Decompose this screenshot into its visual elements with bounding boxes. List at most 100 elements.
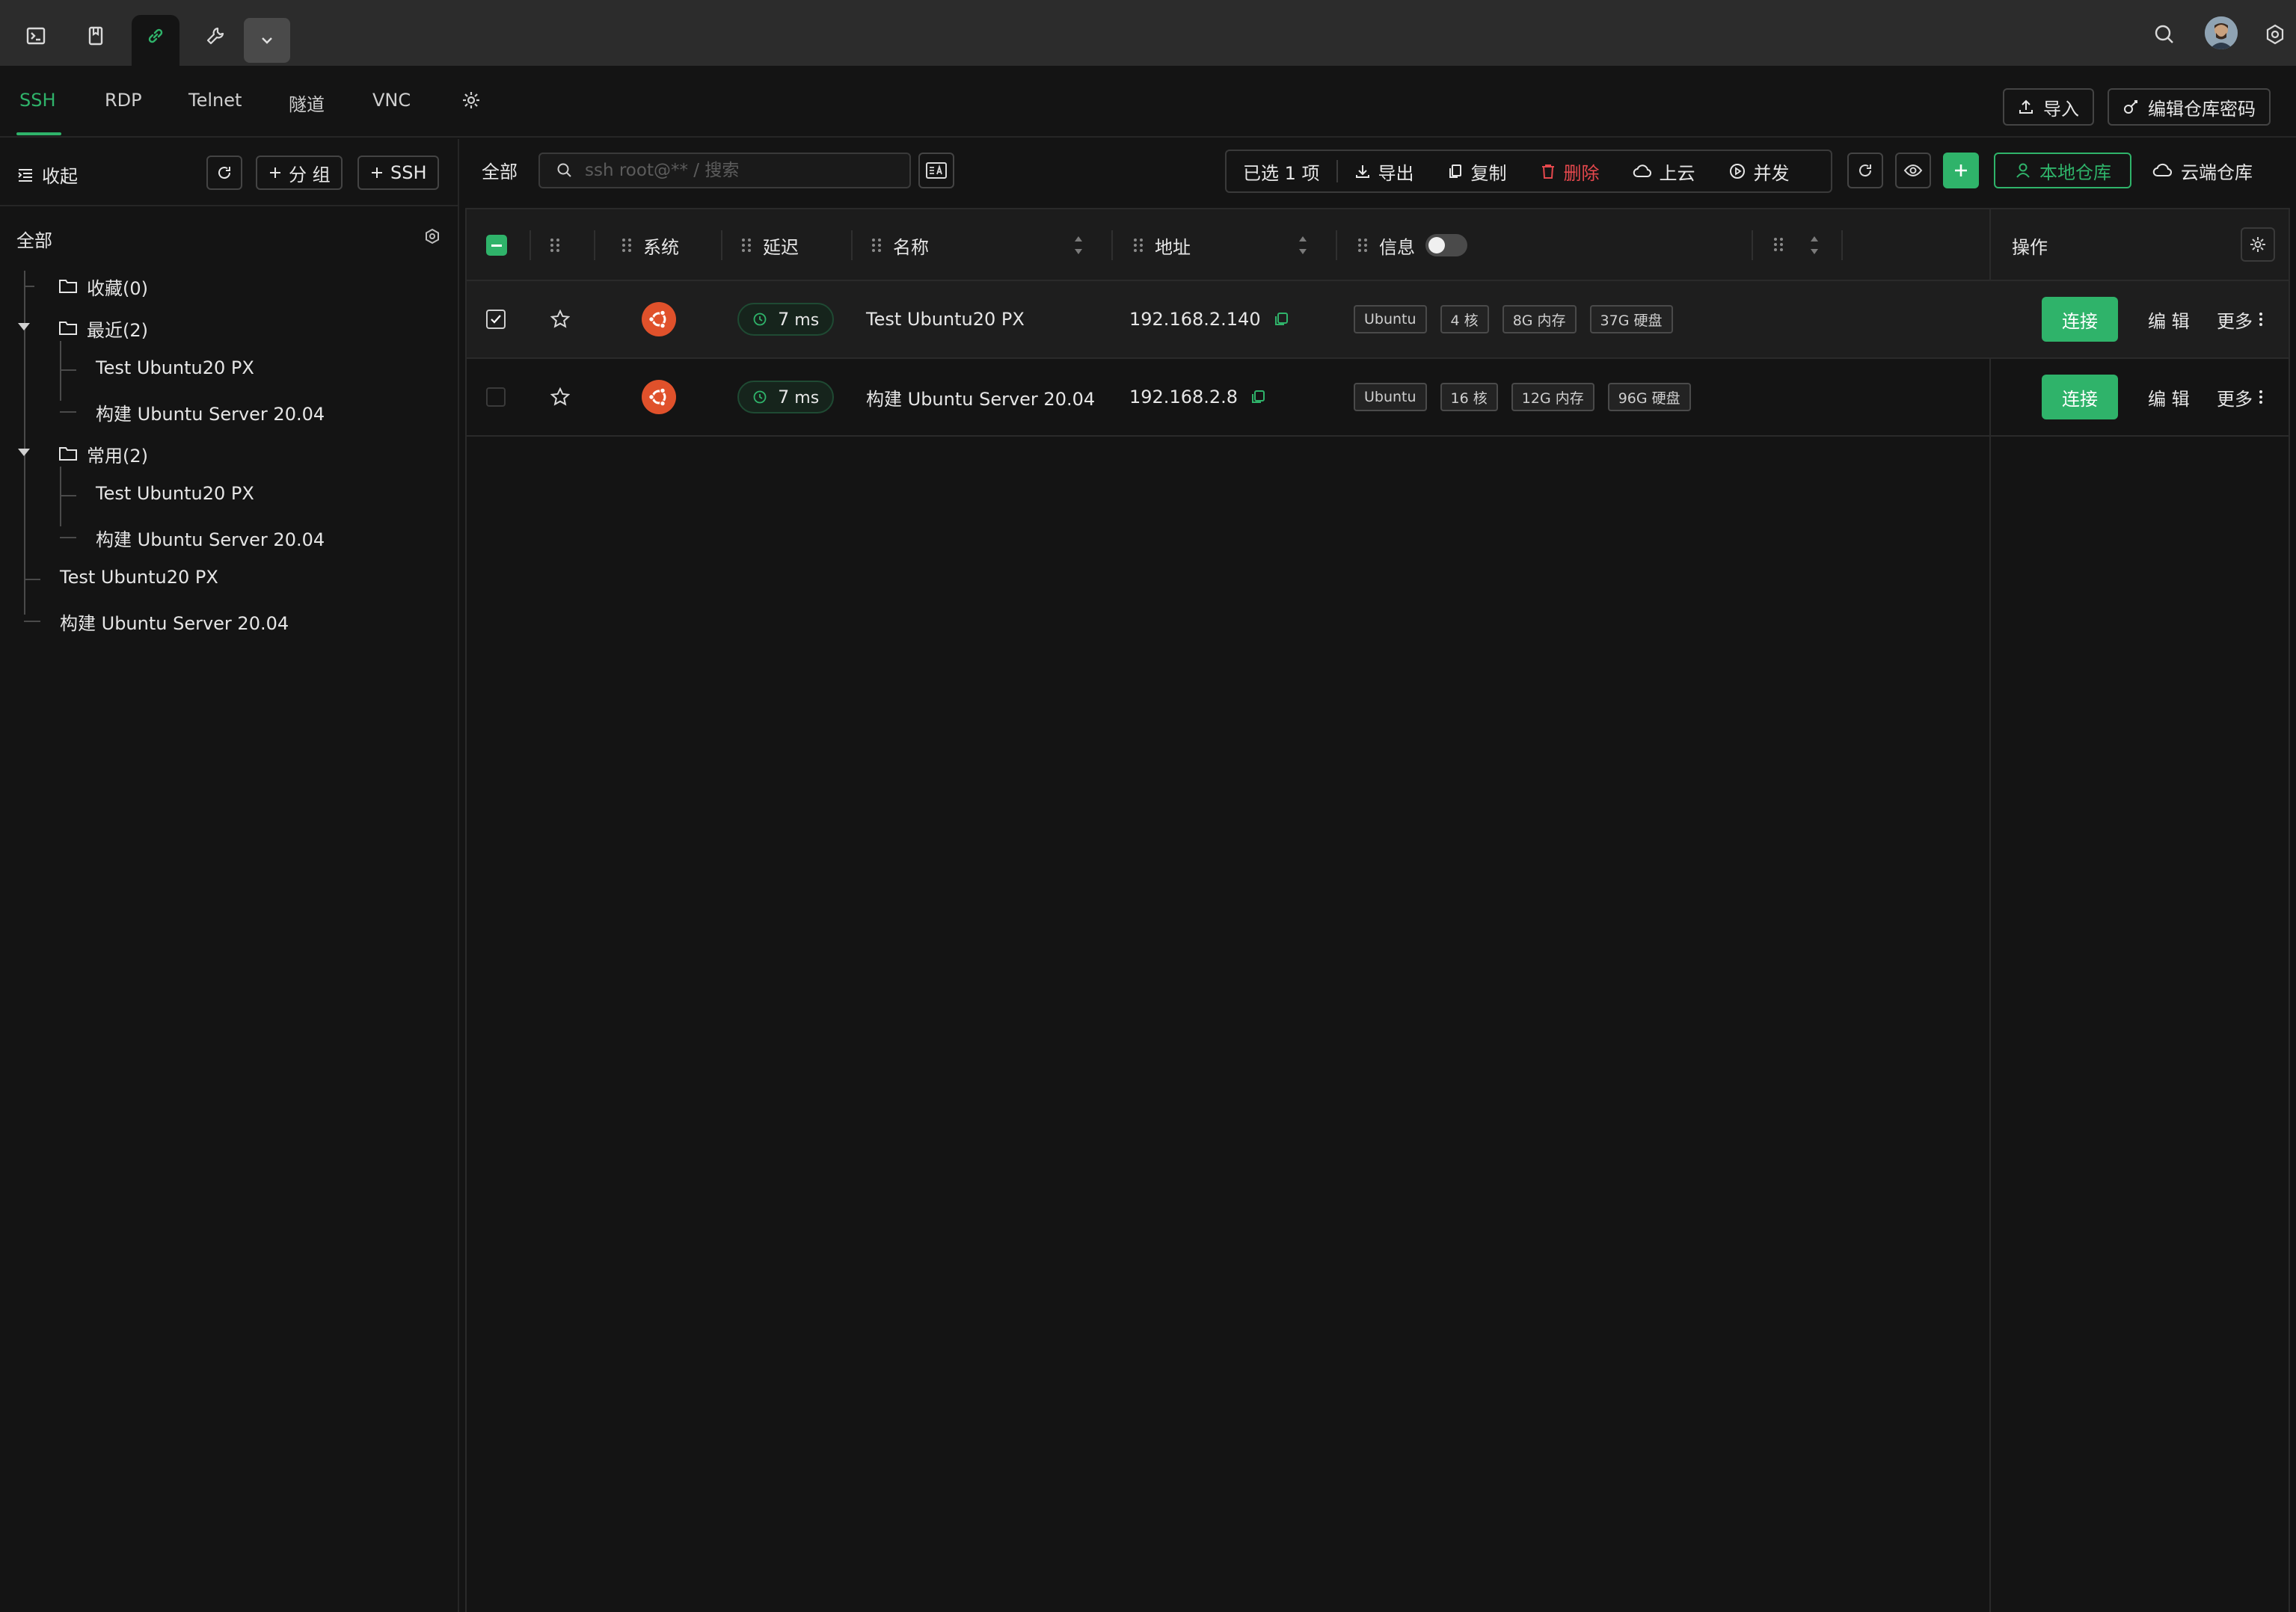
edit-button[interactable]: 编 辑	[2148, 281, 2190, 357]
tree-root-label[interactable]: 全部	[16, 226, 52, 252]
tab-vnc[interactable]: VNC	[372, 90, 411, 111]
tree-folder-recent[interactable]: 最近(2)	[87, 316, 148, 342]
import-button[interactable]: 导入	[2003, 88, 2094, 126]
main-toolbar: 全部 已选 1 项 导出 复制	[461, 139, 2296, 206]
connect-button[interactable]: 连接	[2042, 359, 2118, 435]
tree-folder-common[interactable]: 常用(2)	[87, 441, 148, 467]
collapse-button[interactable]: 收起	[16, 161, 78, 188]
table-row[interactable]: 7 ms Test Ubuntu20 PX 192.168.2.140 Ubun…	[467, 281, 2289, 359]
tag-memory: 12G 内存	[1511, 383, 1594, 411]
chevron-down-icon[interactable]	[244, 18, 290, 63]
export-label: 导出	[1378, 162, 1414, 184]
tree-item[interactable]: 构建 Ubuntu Server 20.04	[96, 399, 325, 425]
search-field[interactable]	[538, 153, 911, 188]
tree-item[interactable]: 构建 Ubuntu Server 20.04	[96, 525, 325, 551]
sidebar-toolbar: 收起 分 组 SSH	[0, 139, 459, 206]
ubuntu-logo-icon	[642, 281, 676, 357]
edit-repo-password-button[interactable]: 编辑仓库密码	[2108, 88, 2271, 126]
column-settings-icon[interactable]	[2241, 227, 2275, 262]
search-icon	[556, 162, 573, 179]
checkbox-empty	[486, 387, 506, 407]
plus-icon	[1955, 164, 1967, 176]
add-host-button[interactable]	[1943, 153, 1979, 188]
top-bar	[0, 0, 2296, 66]
select-all-checkbox[interactable]	[486, 209, 507, 281]
tree-item[interactable]: Test Ubuntu20 PX	[60, 567, 218, 588]
star-icon[interactable]	[550, 359, 570, 435]
latency-badge: 7 ms	[737, 281, 835, 357]
eye-icon[interactable]	[1895, 153, 1931, 188]
avatar[interactable]	[2205, 16, 2238, 49]
batch-actions: 已选 1 项 导出 复制 删除 上云 并发	[1225, 150, 1832, 193]
copy-icon[interactable]	[1250, 389, 1266, 405]
caret-down-icon[interactable]	[18, 323, 30, 330]
more-button[interactable]: 更多	[2217, 359, 2263, 435]
column-divider	[1841, 230, 1843, 260]
tabs-settings-icon[interactable]	[461, 90, 482, 111]
terminal-icon[interactable]	[18, 18, 54, 54]
tree-line	[24, 579, 40, 580]
column-name[interactable]: 名称	[871, 209, 929, 281]
tab-rdp[interactable]: RDP	[105, 90, 142, 111]
row-checkbox[interactable]	[486, 359, 506, 435]
tree-item[interactable]: 构建 Ubuntu Server 20.04	[60, 609, 289, 635]
host-name: 构建 Ubuntu Server 20.04	[866, 388, 1096, 410]
tag-cpu: 16 核	[1440, 383, 1498, 411]
add-group-button[interactable]: 分 组	[256, 156, 343, 190]
sort-icon[interactable]	[1808, 233, 1820, 257]
upload-icon	[2018, 99, 2034, 115]
drag-dots-icon[interactable]	[1772, 236, 1784, 253]
edit-button[interactable]: 编 辑	[2148, 359, 2190, 435]
latency-value: 7	[778, 387, 790, 407]
tab-tunnel[interactable]: 隧道	[289, 90, 325, 116]
upload-cloud-button[interactable]: 上云	[1616, 159, 1712, 185]
star-icon[interactable]	[550, 281, 570, 357]
indeterminate-icon	[486, 235, 507, 256]
sort-icon[interactable]	[1297, 233, 1309, 257]
cloud-repo-button[interactable]: 云端仓库	[2152, 153, 2253, 188]
tab-ssh[interactable]: SSH	[19, 90, 56, 111]
sort-icon[interactable]	[1072, 233, 1084, 257]
tree-item[interactable]: Test Ubuntu20 PX	[96, 357, 254, 378]
wrench-icon[interactable]	[197, 18, 233, 54]
play-circle-icon	[1728, 162, 1746, 180]
row-checkbox[interactable]	[486, 281, 506, 357]
connect-button[interactable]: 连接	[2042, 281, 2118, 357]
tab-telnet[interactable]: Telnet	[188, 90, 242, 111]
copy-icon[interactable]	[1273, 311, 1289, 327]
column-address[interactable]: 地址	[1132, 209, 1191, 281]
column-system[interactable]: 系统	[621, 209, 679, 281]
export-button[interactable]: 导出	[1338, 159, 1431, 185]
info-toggle[interactable]	[1425, 234, 1467, 256]
delete-button[interactable]: 删除	[1523, 159, 1616, 185]
column-divider	[594, 230, 595, 260]
search-icon[interactable]	[2146, 16, 2182, 52]
column-name-label: 名称	[893, 236, 929, 258]
add-group-label: 分 组	[289, 164, 331, 185]
ocr-scan-icon[interactable]	[918, 153, 954, 188]
column-info[interactable]: 信息	[1357, 209, 1467, 281]
more-vertical-icon	[2259, 389, 2263, 405]
tree-settings-icon[interactable]	[423, 227, 441, 245]
concurrent-button[interactable]: 并发	[1712, 159, 1806, 185]
table-row[interactable]: 7 ms 构建 Ubuntu Server 20.04 192.168.2.8 …	[467, 359, 2289, 437]
refresh-tree-button[interactable]	[206, 156, 242, 190]
copy-button[interactable]: 复制	[1431, 159, 1523, 185]
column-divider	[721, 230, 722, 260]
column-address-label: 地址	[1155, 236, 1191, 258]
local-repo-button[interactable]: 本地仓库	[1994, 153, 2131, 188]
link-icon[interactable]	[138, 18, 174, 54]
column-latency[interactable]: 延迟	[740, 209, 799, 281]
tree-item[interactable]: Test Ubuntu20 PX	[96, 483, 254, 504]
refresh-icon[interactable]	[1847, 153, 1883, 188]
bookmark-icon[interactable]	[78, 18, 114, 54]
drag-handle-column[interactable]	[549, 209, 561, 281]
more-button[interactable]: 更多	[2217, 281, 2263, 357]
scope-label[interactable]: 全部	[482, 157, 518, 183]
settings-hex-icon[interactable]	[2257, 16, 2293, 52]
add-ssh-button[interactable]: SSH	[357, 156, 439, 190]
caret-down-icon[interactable]	[18, 449, 30, 456]
tree-folder-favorites[interactable]: 收藏(0)	[87, 274, 148, 300]
latency-unit: ms	[794, 389, 820, 407]
search-input[interactable]	[585, 161, 899, 180]
